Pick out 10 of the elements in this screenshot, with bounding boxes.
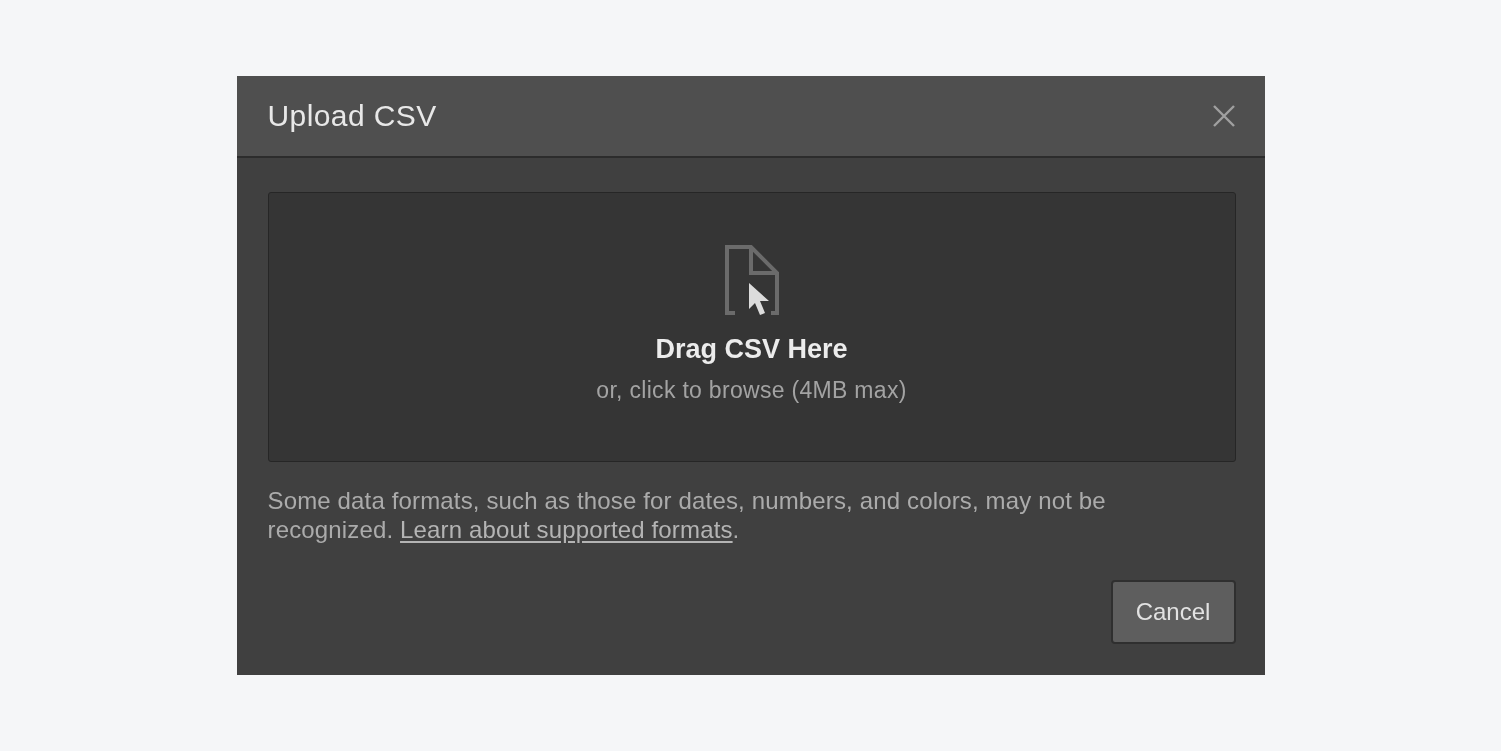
drop-zone-title: Drag CSV Here — [655, 333, 848, 366]
file-cursor-icon — [723, 244, 780, 316]
cancel-button[interactable]: Cancel — [1110, 580, 1236, 644]
close-button[interactable] — [1212, 105, 1235, 127]
supported-formats-link[interactable]: Learn about supported formats — [400, 516, 733, 543]
formats-note: Some data formats, such as those for dates, numbers, and colors, may not be recognized. Learn about supported formats. — [267, 486, 1107, 544]
drop-zone[interactable]: Drag CSV Here or, click to browse (4MB max) — [267, 192, 1236, 462]
dialog-title: Upload CSV — [267, 99, 437, 133]
close-icon — [1212, 105, 1235, 127]
drop-zone-subtitle: or, click to browse (4MB max) — [596, 376, 907, 405]
